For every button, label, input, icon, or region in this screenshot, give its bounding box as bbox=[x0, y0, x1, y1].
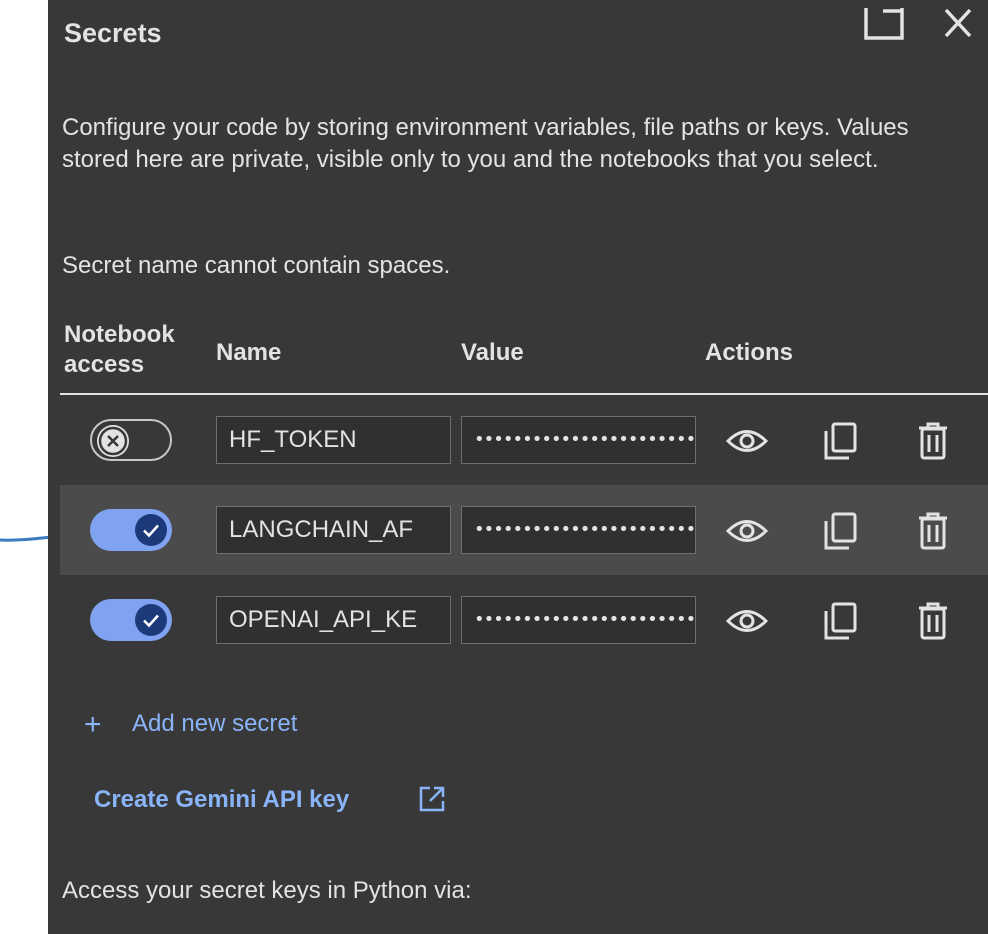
header-access-line1: Notebook bbox=[64, 321, 175, 348]
secret-name-field[interactable]: OPENAI_API_KE bbox=[216, 596, 451, 644]
secret-name-field[interactable]: HF_TOKEN bbox=[216, 416, 451, 464]
header-notebook-access: Notebook access bbox=[64, 320, 175, 380]
header-actions: Actions bbox=[705, 339, 794, 366]
copy-icon[interactable] bbox=[818, 420, 862, 462]
secret-row: OPENAI_API_KE •••••••••••••••••••••••• bbox=[60, 575, 988, 665]
copy-icon[interactable] bbox=[818, 510, 862, 552]
toggle-knob bbox=[135, 604, 167, 636]
header-name: Name bbox=[216, 339, 282, 366]
toggle-knob bbox=[97, 425, 129, 457]
check-icon bbox=[143, 524, 159, 538]
header-value: Value bbox=[461, 339, 524, 366]
secret-row: LANGCHAIN_AF •••••••••••••••••••••••• bbox=[60, 485, 988, 575]
add-new-secret-button[interactable]: Add new secret bbox=[132, 710, 297, 738]
panel-title: Secrets bbox=[64, 18, 162, 48]
secret-row: HF_TOKEN •••••••••••••••••••••••• bbox=[60, 395, 988, 485]
x-icon bbox=[98, 426, 128, 456]
python-access-hint: Access your secret keys in Python via: bbox=[62, 877, 472, 904]
header-access-line2: access bbox=[64, 351, 145, 378]
eye-icon[interactable] bbox=[725, 600, 769, 642]
open-in-new-icon[interactable] bbox=[418, 785, 446, 813]
naming-note: Secret name cannot contain spaces. bbox=[62, 252, 451, 279]
notebook-access-toggle[interactable] bbox=[90, 599, 172, 641]
secret-value-field[interactable]: •••••••••••••••••••••••• bbox=[461, 596, 696, 644]
secret-name-field[interactable]: LANGCHAIN_AF bbox=[216, 506, 451, 554]
eye-icon[interactable] bbox=[725, 420, 769, 462]
secret-value-field[interactable]: •••••••••••••••••••••••• bbox=[461, 416, 696, 464]
trash-icon[interactable] bbox=[911, 420, 955, 462]
secret-value-field[interactable]: •••••••••••••••••••••••• bbox=[461, 506, 696, 554]
trash-icon[interactable] bbox=[911, 600, 955, 642]
expand-icon[interactable] bbox=[863, 8, 905, 40]
eye-icon[interactable] bbox=[725, 510, 769, 552]
plus-icon[interactable]: + bbox=[84, 708, 102, 742]
create-gemini-api-key-link[interactable]: Create Gemini API key bbox=[94, 786, 349, 814]
copy-icon[interactable] bbox=[818, 600, 862, 642]
secrets-panel: Secrets Configure your code by storing e… bbox=[48, 0, 988, 934]
notebook-access-toggle[interactable] bbox=[90, 419, 172, 461]
panel-description: Configure your code by storing environme… bbox=[62, 114, 909, 173]
check-icon bbox=[143, 614, 159, 628]
toggle-knob bbox=[135, 514, 167, 546]
trash-icon[interactable] bbox=[911, 510, 955, 552]
notebook-access-toggle[interactable] bbox=[90, 509, 172, 551]
close-icon[interactable] bbox=[941, 8, 975, 40]
